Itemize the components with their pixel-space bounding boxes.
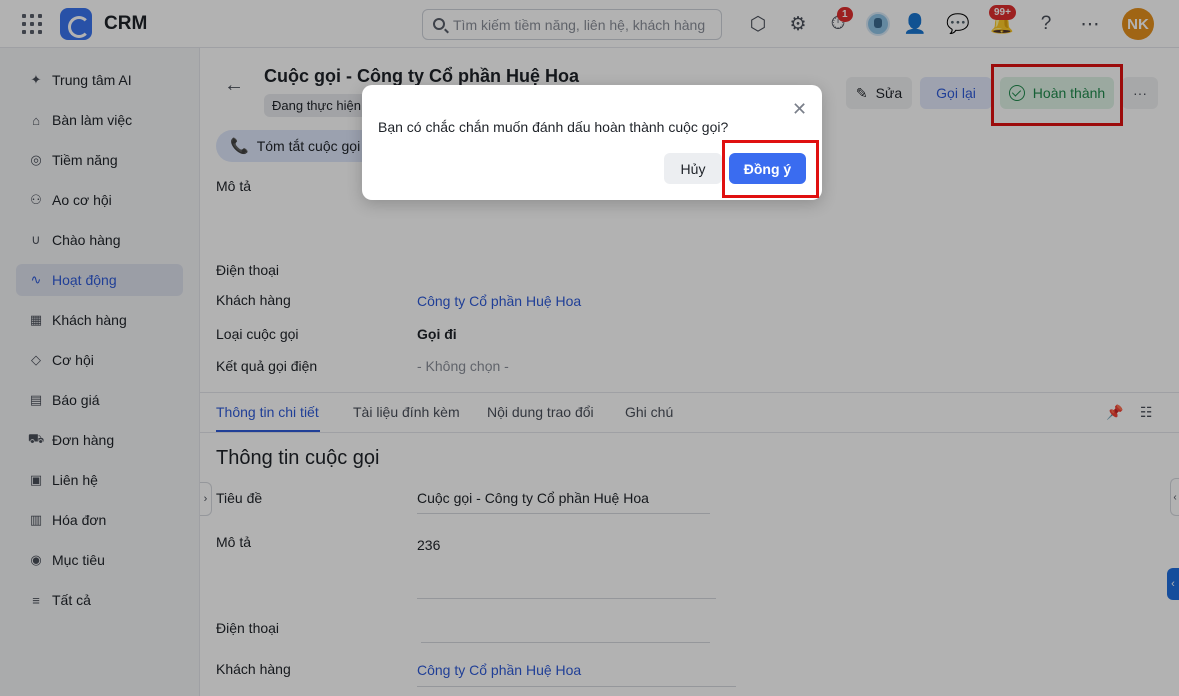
dialog-message: Bạn có chắc chắn muốn đánh dấu hoàn thàn… <box>378 119 729 135</box>
highlight-confirm-box <box>722 140 819 198</box>
close-icon[interactable]: ✕ <box>792 100 807 118</box>
cancel-button[interactable]: Hủy <box>664 153 722 184</box>
